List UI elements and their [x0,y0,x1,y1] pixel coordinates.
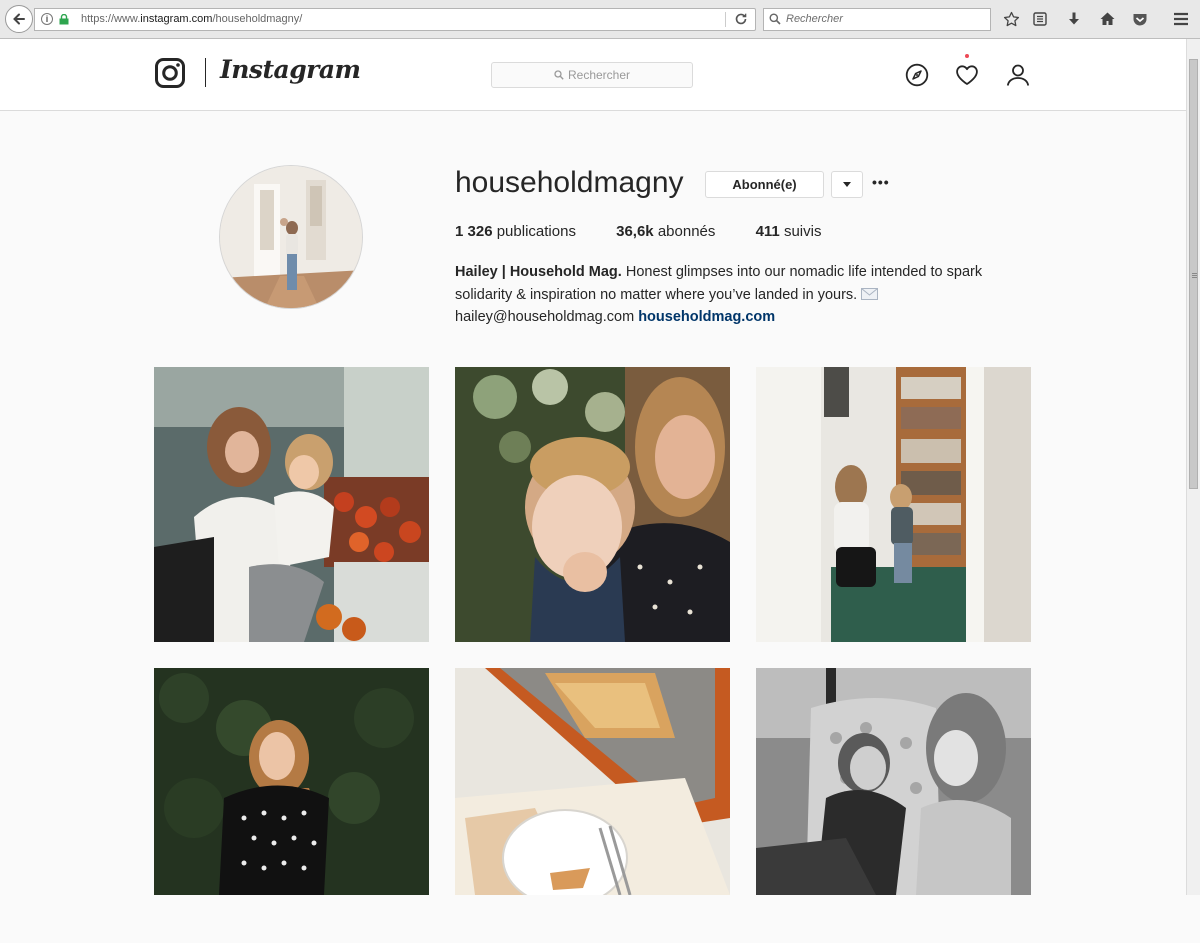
menu-icon[interactable] [1172,10,1190,28]
post-thumbnail[interactable] [154,668,429,943]
home-icon[interactable] [1098,10,1116,28]
post-thumbnail[interactable] [455,668,730,943]
page-scrollbar[interactable] [1186,39,1200,895]
address-bar[interactable]: i https://www.instagram.com/householdmag… [34,8,756,31]
back-arrow-icon [13,13,25,25]
url-divider [725,12,726,27]
bio-name: Hailey | Household Mag. [455,264,622,280]
more-options-button[interactable]: ••• [872,175,890,192]
post-thumbnail[interactable] [455,367,730,642]
browser-search-input[interactable]: Rechercher [763,8,991,31]
pocket-icon[interactable] [1131,10,1149,28]
profile-username: householdmagny [455,166,684,199]
bio-email: hailey@householdmag.com [455,309,635,325]
followers-stat[interactable]: 36,6k abonnés [616,223,715,240]
url-text[interactable]: https://www.instagram.com/householdmagny… [81,13,302,25]
following-stat[interactable]: 411 suivis [756,223,822,240]
dropdown-caret-icon [843,182,851,187]
suggestions-dropdown-button[interactable] [831,171,863,198]
info-icon[interactable]: i [41,13,53,25]
logo-divider [205,58,206,87]
back-button[interactable] [5,5,33,33]
post-thumbnail[interactable] [154,367,429,642]
following-button[interactable]: Abonné(e) [705,171,824,198]
posts-stat: 1 326 publications [455,223,576,240]
search-input[interactable]: Rechercher [491,62,693,88]
post-thumbnail[interactable] [756,668,1031,943]
reading-list-icon[interactable] [1031,10,1049,28]
download-icon[interactable] [1065,10,1083,28]
profile-user-icon[interactable] [1006,63,1030,87]
reload-icon[interactable] [733,11,749,27]
browser-toolbar: i https://www.instagram.com/householdmag… [0,0,1200,39]
instagram-wordmark[interactable]: Instagram [220,55,361,84]
search-icon [554,70,564,80]
mail-emoji-icon [861,287,879,300]
instagram-logo-icon[interactable] [155,58,185,88]
scrollbar-thumb[interactable] [1189,59,1198,489]
bookmark-star-icon[interactable] [1002,10,1020,28]
instagram-header: Instagram Rechercher [0,39,1186,111]
explore-compass-icon[interactable] [905,63,929,87]
post-thumbnail[interactable] [756,367,1031,642]
profile-bio: Hailey | Household Mag. Honest glimpses … [455,261,1015,329]
bio-website-link[interactable]: householdmag.com [638,309,775,325]
notification-dot [965,54,969,58]
activity-heart-icon[interactable] [955,63,979,87]
profile-stats: 1 326 publications 36,6k abonnés 411 sui… [455,223,857,240]
profile-avatar[interactable] [219,165,363,309]
lock-icon[interactable] [59,14,69,25]
search-icon [769,13,781,25]
